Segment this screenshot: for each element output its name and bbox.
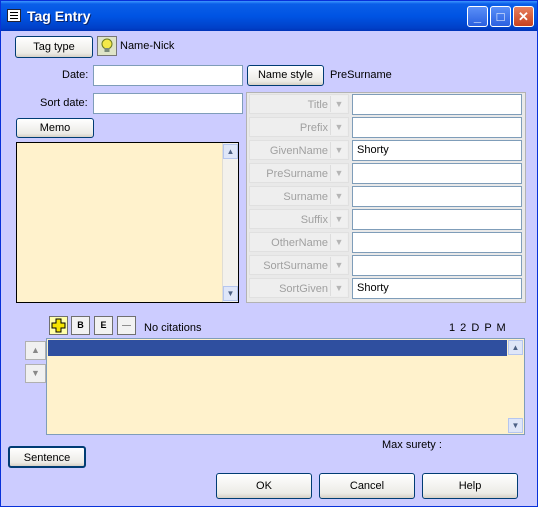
citation-columns: 1 2 D P M [449, 322, 507, 334]
move-up-icon[interactable]: ▲ [25, 341, 46, 360]
date-field[interactable] [93, 65, 243, 86]
scroll-up-icon[interactable]: ▲ [508, 340, 523, 355]
max-surety-label: Max surety : [382, 439, 442, 451]
chevron-down-icon: ▼ [330, 142, 347, 158]
suffix-part-field[interactable] [352, 209, 522, 230]
edit-citation-icon[interactable]: B [71, 316, 90, 335]
prefix-part-combo[interactable]: Prefix ▼ [249, 117, 349, 137]
tag-type-button[interactable]: Tag type [15, 36, 93, 58]
memo-scrollbar[interactable]: ▲ ▼ [222, 143, 238, 302]
title-bar[interactable]: Tag Entry _ □ ✕ [1, 1, 537, 31]
scroll-down-icon[interactable]: ▼ [508, 418, 523, 433]
citation-status: No citations [144, 322, 202, 334]
sortgiven-part-combo[interactable]: SortGiven ▼ [249, 278, 349, 298]
lightbulb-icon[interactable] [97, 36, 117, 56]
name-style-value: PreSurname [330, 69, 392, 81]
citation-list[interactable]: ▲ ▼ [46, 338, 525, 435]
window-title: Tag Entry [27, 8, 91, 24]
givenname-part-field[interactable]: Shorty [352, 140, 522, 161]
presurname-part-combo[interactable]: PreSurname ▼ [249, 163, 349, 183]
sentence-button[interactable]: Sentence [8, 446, 86, 468]
ok-button[interactable]: OK [216, 473, 312, 499]
tag-name: Name-Nick [120, 40, 175, 52]
memo-button[interactable]: Memo [16, 118, 94, 138]
maximize-button[interactable]: □ [490, 6, 511, 27]
sortgiven-part-field[interactable]: Shorty [352, 278, 522, 299]
suffix-part-combo[interactable]: Suffix ▼ [249, 209, 349, 229]
chevron-down-icon: ▼ [330, 280, 347, 296]
surname-part-combo[interactable]: Surname ▼ [249, 186, 349, 206]
othername-part-field[interactable] [352, 232, 522, 253]
chevron-down-icon: ▼ [330, 211, 347, 227]
window-icon [7, 9, 21, 22]
scroll-down-icon[interactable]: ▼ [223, 286, 238, 301]
sort-date-field[interactable] [93, 93, 243, 114]
scroll-up-icon[interactable]: ▲ [223, 144, 238, 159]
tag-entry-window: Tag Entry _ □ ✕ Tag type Name-Nick Date:… [0, 0, 538, 507]
citation-scrollbar[interactable]: ▲ ▼ [508, 339, 524, 434]
minimize-button[interactable]: _ [467, 6, 488, 27]
move-down-icon[interactable]: ▼ [25, 364, 46, 383]
chevron-down-icon: ▼ [330, 188, 347, 204]
close-button[interactable]: ✕ [513, 6, 534, 27]
chevron-down-icon: ▼ [330, 257, 347, 273]
surname-part-field[interactable] [352, 186, 522, 207]
chevron-down-icon: ▼ [330, 234, 347, 250]
othername-part-combo[interactable]: OtherName ▼ [249, 232, 349, 252]
presurname-part-field[interactable] [352, 163, 522, 184]
cancel-button[interactable]: Cancel [319, 473, 415, 499]
memo-citation-icon[interactable]: E [94, 316, 113, 335]
sortsurname-part-field[interactable] [352, 255, 522, 276]
add-citation-icon[interactable] [49, 316, 68, 335]
prefix-part-field[interactable] [352, 117, 522, 138]
help-button[interactable]: Help [422, 473, 518, 499]
citation-selection-row[interactable] [48, 340, 507, 356]
memo-textarea[interactable]: ▲ ▼ [16, 142, 239, 303]
remove-citation-icon[interactable]: — [117, 316, 136, 335]
chevron-down-icon: ▼ [330, 119, 347, 135]
givenname-part-combo[interactable]: GivenName ▼ [249, 140, 349, 160]
chevron-down-icon: ▼ [330, 96, 347, 112]
name-style-button[interactable]: Name style [247, 65, 324, 86]
sortsurname-part-combo[interactable]: SortSurname ▼ [249, 255, 349, 275]
title-part-combo[interactable]: Title ▼ [249, 94, 349, 114]
title-part-field[interactable] [352, 94, 522, 115]
chevron-down-icon: ▼ [330, 165, 347, 181]
sort-date-label: Sort date: [40, 97, 88, 109]
date-label: Date: [62, 69, 89, 81]
